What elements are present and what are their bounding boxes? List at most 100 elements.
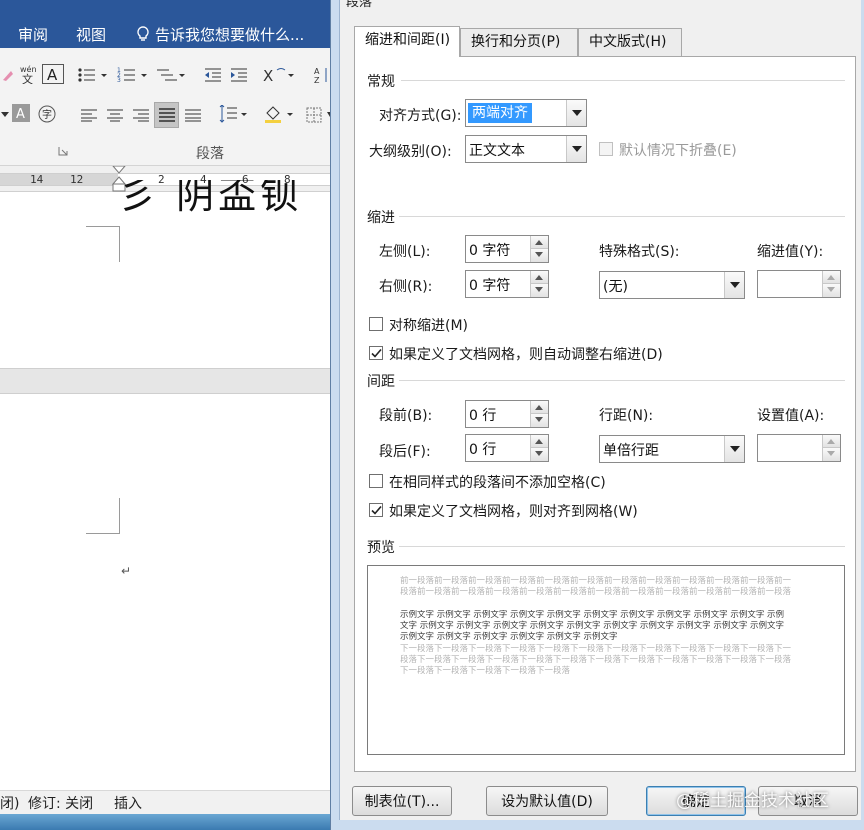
tell-me-box[interactable]: 告诉我您想要做什么... bbox=[136, 24, 304, 45]
align-left-icon[interactable] bbox=[78, 104, 100, 126]
spinner-buttons bbox=[530, 271, 548, 297]
right-indent-spinner[interactable]: 0 字符 bbox=[465, 270, 549, 298]
tabs-button[interactable]: 制表位(T)... bbox=[352, 786, 452, 816]
eraser-icon[interactable] bbox=[0, 64, 14, 86]
phonetic-guide-icon[interactable]: wén 文 bbox=[18, 63, 38, 85]
numbering-icon[interactable]: 123 bbox=[116, 64, 152, 86]
spin-up-icon[interactable] bbox=[823, 271, 840, 284]
chinese-layout-icon[interactable]: X bbox=[262, 64, 298, 86]
character-border-icon[interactable]: A bbox=[42, 64, 64, 84]
document-heading: 彡 阴盃钡 bbox=[118, 180, 303, 216]
outline-level-value: 正文文本 bbox=[469, 143, 525, 159]
spin-down-icon[interactable] bbox=[531, 284, 548, 297]
spin-up-icon[interactable] bbox=[531, 236, 548, 249]
alignment-label: 对齐方式(G): bbox=[379, 108, 462, 124]
space-before-label: 段前(B): bbox=[379, 408, 433, 424]
right-indent-label: 右侧(R): bbox=[379, 279, 433, 295]
mirror-indent-checkbox[interactable] bbox=[369, 317, 383, 331]
space-before-spinner[interactable]: 0 行 bbox=[465, 400, 549, 428]
status-insert-mode[interactable]: 插入 bbox=[114, 793, 142, 813]
paragraph-group-label: 段落 bbox=[196, 146, 224, 162]
space-after-spinner[interactable]: 0 行 bbox=[465, 434, 549, 462]
chevron-down-icon[interactable] bbox=[724, 436, 744, 462]
spinner-buttons bbox=[530, 401, 548, 427]
spin-up-icon[interactable] bbox=[531, 401, 548, 414]
paragraph-dialog: 段落 缩进和间距(I) 换行和分页(P) 中文版式(H) 常规 对齐方式(G):… bbox=[330, 0, 864, 830]
line-spacing-at-spinner[interactable] bbox=[757, 434, 841, 462]
shading-icon[interactable] bbox=[262, 103, 298, 125]
svg-text:X: X bbox=[263, 67, 273, 83]
spin-down-icon[interactable] bbox=[823, 284, 840, 297]
spin-down-icon[interactable] bbox=[531, 414, 548, 427]
character-shading-icon[interactable]: A bbox=[12, 104, 30, 122]
line-spacing-icon[interactable] bbox=[216, 103, 250, 125]
divider bbox=[399, 380, 845, 381]
tab-asian-typography[interactable]: 中文版式(H) bbox=[578, 28, 682, 56]
tab-indents-spacing[interactable]: 缩进和间距(I) bbox=[354, 26, 460, 57]
chevron-down-icon[interactable] bbox=[566, 136, 586, 162]
document-page[interactable]: ↵ bbox=[0, 192, 334, 792]
spin-up-icon[interactable] bbox=[823, 435, 840, 448]
right-indent-value: 0 字符 bbox=[469, 278, 511, 294]
tab-review[interactable]: 审阅 bbox=[18, 24, 48, 45]
preview-next-paragraph: 下一段落下一段落下一段落下一段落下一段落下一段落下一段落下一段落下一段落下一段落… bbox=[400, 644, 792, 676]
align-right-icon[interactable] bbox=[130, 104, 152, 126]
spin-up-icon[interactable] bbox=[531, 435, 548, 448]
indent-by-spinner[interactable] bbox=[757, 270, 841, 298]
divider bbox=[399, 546, 845, 547]
borders-icon[interactable] bbox=[304, 104, 324, 126]
word-window: 审阅 视图 告诉我您想要做什么... wén 文 A 123 X AZ A 字 段… bbox=[0, 0, 334, 830]
special-indent-select[interactable]: (无) bbox=[599, 271, 745, 299]
no-space-same-style-checkbox[interactable] bbox=[369, 474, 383, 488]
tab-view[interactable]: 视图 bbox=[76, 24, 106, 45]
line-spacing-select[interactable]: 单倍行距 bbox=[599, 435, 745, 463]
chevron-down-icon[interactable] bbox=[724, 272, 744, 298]
preview-box: 前一段落前一段落前一段落前一段落前一段落前一段落前一段落前一段落前一段落前一段落… bbox=[367, 565, 845, 755]
crop-mark bbox=[86, 498, 120, 534]
justify-icon[interactable] bbox=[154, 102, 179, 128]
spin-down-icon[interactable] bbox=[531, 448, 548, 461]
svg-text:A: A bbox=[47, 66, 58, 82]
chevron-down-icon[interactable] bbox=[566, 100, 586, 126]
ruler-margin bbox=[0, 174, 118, 185]
dialog-title: 段落 bbox=[346, 0, 373, 10]
section-spacing: 间距 bbox=[367, 374, 395, 390]
spin-down-icon[interactable] bbox=[531, 249, 548, 262]
paragraph-mark-icon: ↵ bbox=[121, 564, 132, 578]
divider bbox=[399, 216, 845, 217]
space-before-value: 0 行 bbox=[469, 408, 497, 424]
space-after-value: 0 行 bbox=[469, 442, 497, 458]
distributed-icon[interactable] bbox=[182, 104, 204, 126]
spin-up-icon[interactable] bbox=[531, 271, 548, 284]
ribbon: wén 文 A 123 X AZ A 字 段落 bbox=[0, 48, 334, 166]
bullets-icon[interactable] bbox=[76, 64, 112, 86]
spinner-buttons bbox=[530, 236, 548, 262]
dialog-launcher-icon[interactable] bbox=[58, 146, 68, 156]
tab-panel: 常规 对齐方式(G): 两端对齐 大纲级别(O): 正文文本 默认情况下折叠(E… bbox=[354, 56, 856, 772]
divider bbox=[401, 80, 845, 81]
status-bar: 闭) 修订: 关闭 插入 bbox=[0, 790, 334, 814]
align-center-icon[interactable] bbox=[104, 104, 126, 126]
special-indent-value: (无) bbox=[603, 279, 628, 295]
outline-level-select[interactable]: 正文文本 bbox=[465, 135, 587, 163]
section-preview: 预览 bbox=[367, 540, 395, 556]
multilevel-list-icon[interactable] bbox=[154, 64, 188, 86]
increase-indent-icon[interactable] bbox=[228, 64, 250, 86]
dropdown-arrow-icon[interactable] bbox=[0, 104, 10, 126]
checkmark-icon bbox=[371, 505, 382, 515]
left-indent-value: 0 字符 bbox=[469, 243, 511, 259]
spin-down-icon[interactable] bbox=[823, 448, 840, 461]
enclose-character-icon[interactable]: 字 bbox=[36, 103, 58, 125]
crop-mark bbox=[86, 226, 120, 262]
decrease-indent-icon[interactable] bbox=[202, 64, 224, 86]
set-as-default-button[interactable]: 设为默认值(D) bbox=[486, 786, 608, 816]
svg-text:Z: Z bbox=[314, 76, 320, 84]
svg-text:文: 文 bbox=[22, 72, 33, 84]
sort-icon[interactable]: AZ bbox=[312, 64, 332, 86]
status-revision[interactable]: 修订: 关闭 bbox=[28, 793, 93, 813]
tab-line-page-breaks[interactable]: 换行和分页(P) bbox=[460, 28, 578, 56]
snap-to-grid-checkbox[interactable] bbox=[369, 503, 383, 517]
alignment-select[interactable]: 两端对齐 bbox=[465, 99, 587, 127]
auto-adjust-indent-checkbox[interactable] bbox=[369, 346, 383, 360]
left-indent-spinner[interactable]: 0 字符 bbox=[465, 235, 549, 263]
